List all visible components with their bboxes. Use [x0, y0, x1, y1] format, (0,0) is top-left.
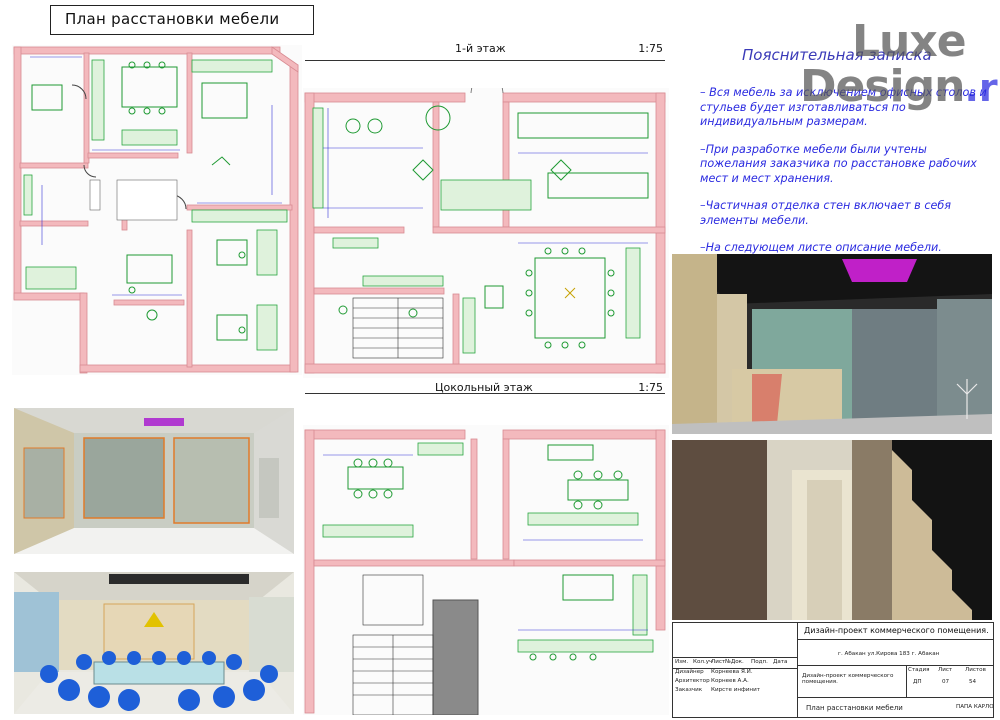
stamp-project-title-cell: Дизайн-проект коммерческого помещения. — [797, 623, 994, 640]
sheet-title: План расстановки мебели — [65, 10, 280, 28]
stamp-doc-name: Дизайн-проект коммерческого помещения. — [802, 673, 894, 685]
stamp-person: Корнеева Я.И. — [711, 669, 753, 675]
first-floor-plan — [303, 88, 669, 378]
sheet-title-box: План расстановки мебели — [50, 5, 314, 35]
stamp-role: Заказчик — [675, 687, 703, 693]
stamp-sheets: 54 — [969, 679, 977, 685]
stamp-sheet-label: Лист — [938, 667, 953, 673]
stamp-col-label: Лист — [711, 659, 726, 665]
stamp-drawing-name-cell: План расстановки мебели ПАПА КАРЛО — [797, 697, 994, 718]
basement-scale: 1:75 — [638, 381, 663, 394]
stamp-role: Архитектор — [675, 678, 710, 684]
floor1-heading: 1-й этаж 1:75 — [305, 42, 665, 61]
stamp-org: ПАПА КАРЛО — [956, 704, 994, 710]
logo-line2: Design — [800, 61, 965, 112]
stamp-project-title: Дизайн-проект коммерческого помещения. — [804, 626, 989, 635]
stamp-stage-label: Стадия — [908, 667, 930, 673]
stamp-person: Корнеев А.А. — [711, 678, 749, 684]
stamp-role: Дизайнер — [675, 669, 704, 675]
logo-suffix: .ru — [964, 66, 1000, 110]
render-corridor — [14, 408, 294, 554]
stamp-drawing-name: План расстановки мебели — [806, 704, 903, 712]
basement-heading: Цокольный этаж 1:75 — [305, 381, 665, 394]
basement-floor-plan — [303, 425, 669, 715]
luxedesign-logo: Luxe Design.ru — [800, 20, 1000, 119]
stamp-col-label: Подп. — [751, 659, 768, 665]
floor1-label: 1-й этаж — [455, 42, 506, 55]
stamp-sheets-label: Листов — [965, 667, 986, 673]
title-block: Дизайн-проект коммерческого помещения. г… — [672, 622, 994, 718]
stamp-col-label: Кол.уч — [693, 659, 713, 665]
render-corridor-dark — [672, 440, 992, 620]
stamp-address: г. Абакан ул.Кирова 183 г. Абакан — [838, 651, 940, 657]
stamp-doc-name-cell: Дизайн-проект коммерческого помещения. — [797, 665, 907, 697]
stamp-col-label: №Док. — [725, 659, 744, 665]
stamp-header-row: Изм. Кол.уч Лист №Док. Подп. Дата — [673, 657, 797, 669]
stamp-address-cell: г. Абакан ул.Кирова 183 г. Абакан — [797, 639, 994, 666]
note-paragraph: –Частичная отделка стен включает в себя … — [700, 199, 951, 227]
stamp-sheet-info: Стадия Лист Листов ДП 07 54 — [905, 665, 993, 697]
stamp-col-label: Изм. — [675, 659, 689, 665]
note-paragraph: –При разработке мебели были учтены пожел… — [700, 142, 977, 185]
note-paragraph: –На следующем листе описание мебели. — [700, 241, 942, 254]
render-meeting-room — [14, 572, 294, 714]
stamp-col-label: Дата — [773, 659, 788, 665]
stamp-stage: ДП — [913, 679, 922, 685]
stamp-roles: Дизайнер Корнеева Я.И. Архитектор Корнее… — [673, 669, 797, 697]
render-reception — [672, 254, 992, 434]
stamp-person: Кирсте инфинит — [711, 687, 760, 693]
stamp-sheet: 07 — [942, 679, 950, 685]
left-wing-floor-plan — [12, 45, 302, 375]
floor1-scale: 1:75 — [638, 42, 663, 55]
logo-line1: Luxe — [852, 16, 967, 67]
basement-label: Цокольный этаж — [435, 381, 533, 394]
